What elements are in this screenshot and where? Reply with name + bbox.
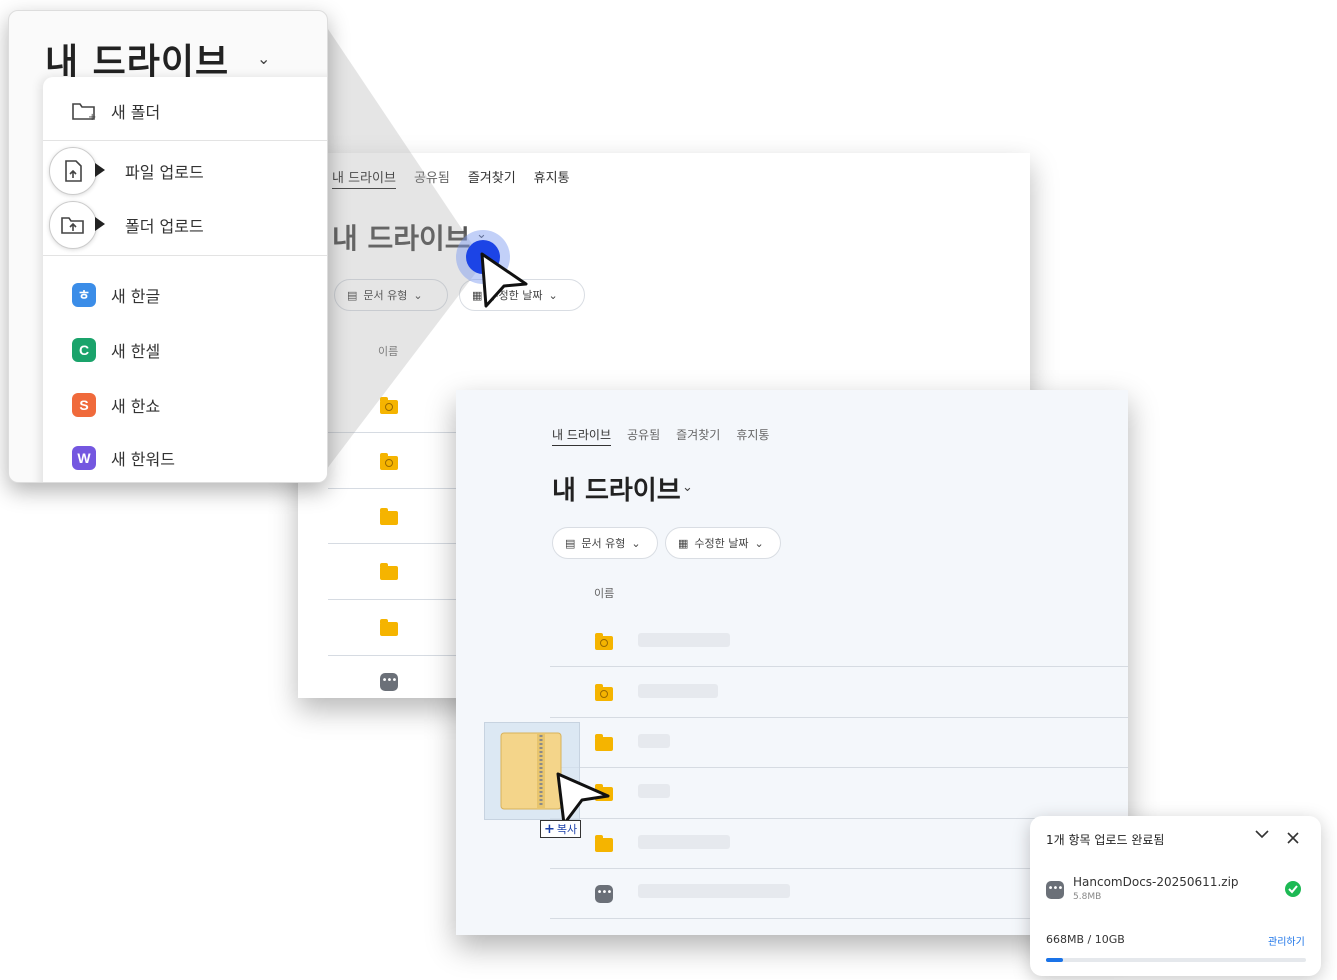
manage-storage-link[interactable]: 관리하기 bbox=[1268, 933, 1305, 948]
tab-shared[interactable]: 공유됨 bbox=[414, 167, 450, 189]
tab-my-drive[interactable]: 내 드라이브 bbox=[552, 426, 612, 446]
menu-item-label: 새 폴더 bbox=[111, 103, 161, 122]
shared-folder-icon bbox=[380, 453, 398, 470]
pointer-triangle-icon bbox=[95, 217, 105, 231]
shared-folder-icon bbox=[380, 397, 398, 414]
new-menu-callout: 내 드라이브 ⌄ + 새 폴더 파일 업로드 폴더 업로드 ㅎ 새 한글 C 새… bbox=[8, 10, 328, 483]
menu-item-new-hangul[interactable]: ㅎ 새 한글 bbox=[43, 273, 327, 317]
collapse-chevron-icon[interactable] bbox=[1254, 826, 1270, 847]
calendar-icon: ▦ bbox=[678, 536, 689, 550]
toast-title: 1개 항목 업로드 완료됨 bbox=[1046, 833, 1165, 847]
title-chevron-down-icon[interactable]: ⌄ bbox=[682, 480, 693, 495]
menu-item-label: 새 한글 bbox=[111, 287, 161, 306]
hancell-icon: C bbox=[72, 338, 96, 362]
tab-favorites[interactable]: 즐겨찾기 bbox=[468, 167, 516, 189]
row-divider bbox=[550, 666, 1128, 667]
storage-usage: 668MB / 10GB bbox=[1046, 933, 1125, 946]
folder-icon bbox=[595, 835, 613, 852]
menu-item-label: 새 한워드 bbox=[111, 450, 175, 469]
menu-item-label: 파일 업로드 bbox=[125, 163, 204, 182]
doc-type-label: 문서 유형 bbox=[363, 289, 408, 302]
shared-folder-icon bbox=[595, 684, 613, 701]
tab-my-drive[interactable]: 내 드라이브 bbox=[332, 167, 396, 189]
doc-icon: ▤ bbox=[347, 288, 358, 302]
zip-file-icon: ••• bbox=[1046, 881, 1064, 899]
copy-label: 복사 bbox=[556, 823, 578, 836]
file-name-blurred bbox=[638, 784, 670, 798]
menu-item-new-hanshow[interactable]: S 새 한쇼 bbox=[43, 383, 327, 427]
hanshow-icon: S bbox=[72, 393, 96, 417]
file-name-blurred bbox=[638, 884, 790, 898]
menu-item-new-folder[interactable]: + 새 폴더 bbox=[43, 89, 327, 133]
row-divider bbox=[550, 767, 1128, 768]
svg-text:+: + bbox=[88, 112, 96, 122]
doc-type-label: 문서 유형 bbox=[581, 537, 626, 550]
page-title: 내 드라이브 bbox=[332, 222, 471, 255]
menu-item-new-hanword[interactable]: W 새 한워드 bbox=[43, 436, 327, 480]
tab-shared[interactable]: 공유됨 bbox=[627, 426, 660, 446]
file-name-blurred bbox=[638, 684, 718, 698]
folder-icon bbox=[380, 619, 398, 636]
cursor-arrow-icon bbox=[480, 252, 528, 308]
column-header-name: 이름 bbox=[594, 587, 615, 600]
menu-item-new-hancell[interactable]: C 새 한셀 bbox=[43, 328, 327, 372]
file-name-blurred bbox=[638, 835, 730, 849]
shared-folder-icon bbox=[595, 633, 613, 650]
pointer-triangle-icon bbox=[95, 163, 105, 177]
page-title: 내 드라이브 bbox=[552, 476, 681, 506]
column-header-name: 이름 bbox=[378, 345, 399, 358]
chevron-down-icon: ⌄ bbox=[754, 536, 764, 550]
close-icon[interactable] bbox=[1286, 830, 1300, 849]
menu-item-label: 새 한셀 bbox=[111, 342, 161, 361]
folder-upload-icon bbox=[49, 201, 97, 249]
hanword-icon: W bbox=[72, 446, 96, 470]
plus-icon: + bbox=[544, 821, 555, 837]
folder-icon bbox=[595, 734, 613, 751]
doc-type-filter[interactable]: ▤ 문서 유형 ⌄ bbox=[552, 527, 658, 559]
tab-favorites[interactable]: 즐겨찾기 bbox=[676, 426, 720, 446]
storage-progress-fill bbox=[1046, 958, 1064, 962]
doc-icon: ▤ bbox=[565, 536, 576, 550]
tab-trash[interactable]: 휴지통 bbox=[534, 167, 570, 189]
hangul-icon: ㅎ bbox=[72, 283, 96, 307]
new-menu: + 새 폴더 파일 업로드 폴더 업로드 ㅎ 새 한글 C 새 한셀 S 새 한… bbox=[43, 77, 327, 482]
folder-icon bbox=[380, 563, 398, 580]
success-check-icon bbox=[1285, 881, 1301, 897]
doc-type-filter[interactable]: ▤ 문서 유형 ⌄ bbox=[334, 279, 448, 311]
modified-date-label: 수정한 날짜 bbox=[694, 537, 749, 550]
folder-icon bbox=[380, 508, 398, 525]
menu-divider bbox=[43, 255, 327, 256]
drive-tabs: 내 드라이브 공유됨 즐겨찾기 휴지통 bbox=[552, 426, 769, 446]
file-upload-icon bbox=[49, 147, 97, 195]
chevron-down-icon: ⌄ bbox=[548, 288, 558, 302]
file-name-blurred bbox=[638, 734, 670, 748]
chevron-down-icon[interactable]: ⌄ bbox=[257, 49, 270, 68]
storage-progress-bar bbox=[1046, 958, 1306, 962]
menu-divider bbox=[43, 140, 327, 141]
tab-trash[interactable]: 휴지통 bbox=[736, 426, 769, 446]
uploaded-file-name: HancomDocs-20250611.zip bbox=[1073, 875, 1239, 889]
menu-item-label: 새 한쇼 bbox=[111, 397, 161, 416]
copy-badge: + 복사 bbox=[540, 820, 582, 838]
uploaded-file-size: 5.8MB bbox=[1073, 892, 1102, 902]
chevron-down-icon: ⌄ bbox=[631, 536, 641, 550]
file-more-icon: ••• bbox=[595, 885, 613, 903]
drive-window-front: 내 드라이브 공유됨 즐겨찾기 휴지통 내 드라이브 ⌄ ▤ 문서 유형 ⌄ ▦… bbox=[456, 390, 1128, 935]
folder-plus-icon: + bbox=[71, 98, 97, 124]
modified-date-filter[interactable]: ▦ 수정한 날짜 ⌄ bbox=[665, 527, 781, 559]
chevron-down-icon: ⌄ bbox=[413, 288, 423, 302]
menu-item-label: 폴더 업로드 bbox=[125, 217, 204, 236]
drive-tabs: 내 드라이브 공유됨 즐겨찾기 휴지통 bbox=[332, 167, 570, 189]
upload-toast: 1개 항목 업로드 완료됨 ••• HancomDocs-20250611.zi… bbox=[1030, 816, 1321, 976]
row-divider bbox=[550, 717, 1128, 718]
file-name-blurred bbox=[638, 633, 730, 647]
file-more-icon: ••• bbox=[380, 673, 398, 691]
